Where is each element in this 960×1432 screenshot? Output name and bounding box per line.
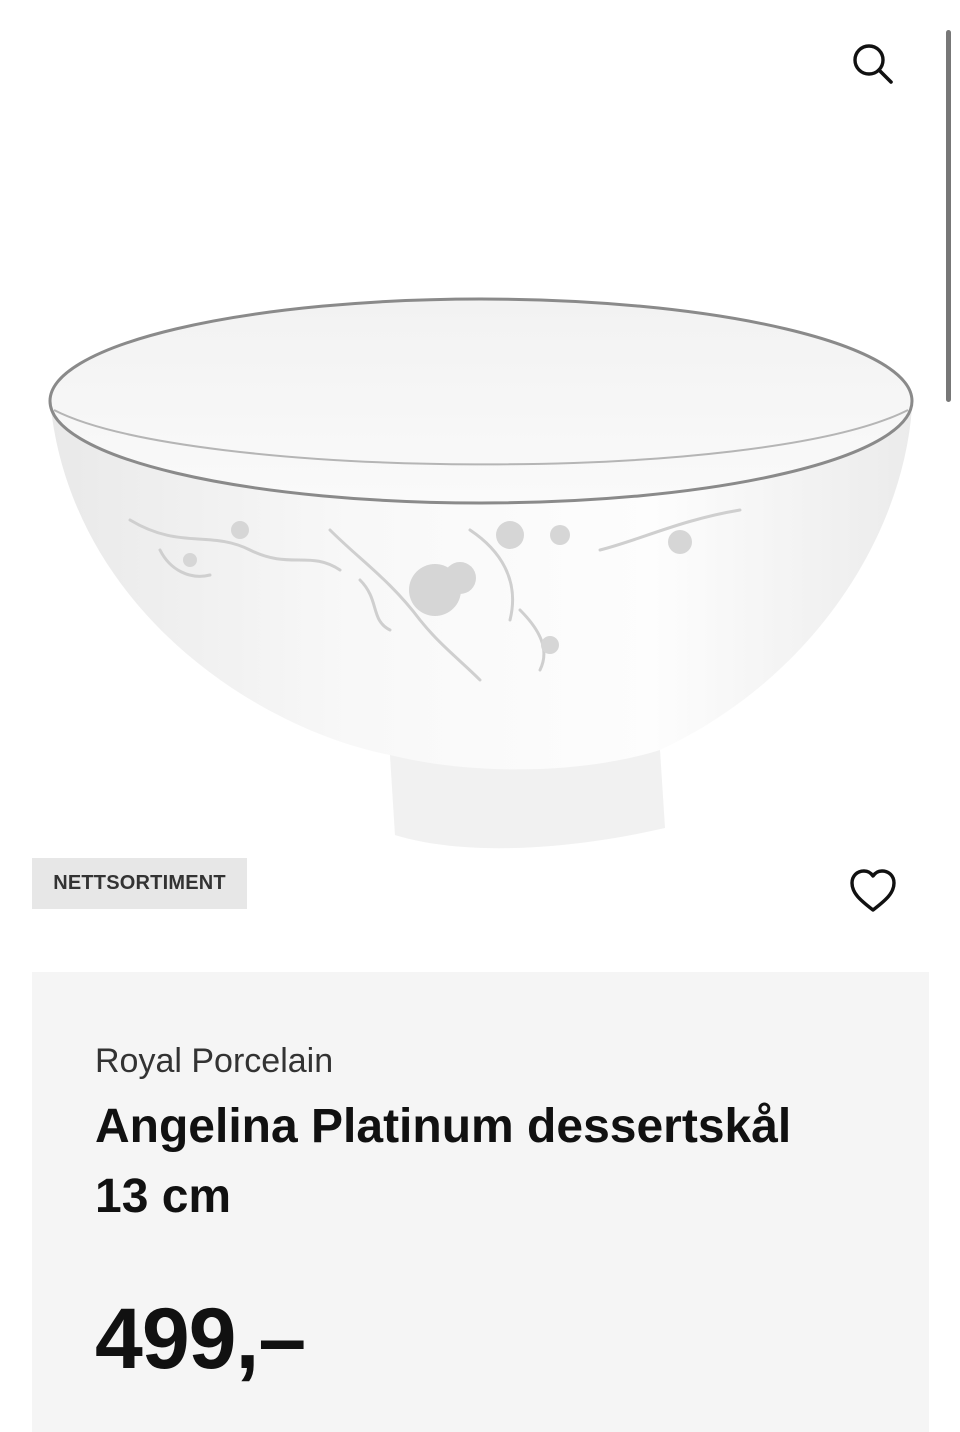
product-image[interactable]: [40, 280, 920, 860]
brand-name[interactable]: Royal Porcelain: [95, 1042, 333, 1081]
scrollbar[interactable]: [946, 30, 951, 402]
heart-icon: [850, 869, 896, 912]
availability-badge: NETTSORTIMENT: [32, 858, 247, 909]
search-icon: [853, 44, 893, 84]
product-info-card: Royal Porcelain Angelina Platinum desser…: [32, 972, 929, 1432]
favorite-button[interactable]: [846, 866, 900, 918]
search-button[interactable]: [845, 38, 901, 90]
bowl-illustration: [48, 297, 914, 849]
product-price: 499,–: [95, 1291, 306, 1387]
product-title[interactable]: Angelina Platinum dessertskål 13 cm: [95, 1092, 815, 1232]
